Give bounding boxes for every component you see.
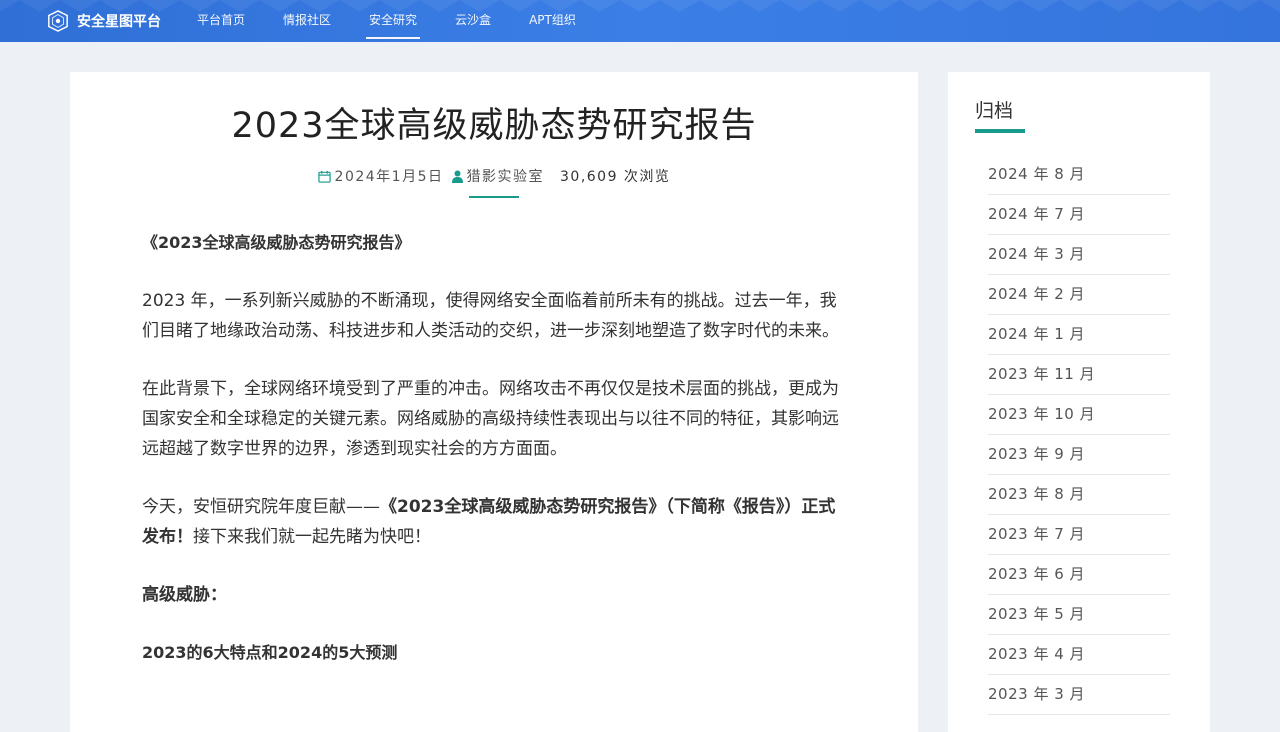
archive-item[interactable]: 2023 年 6 月 — [988, 555, 1170, 595]
calendar-icon — [317, 170, 331, 187]
archive-item[interactable]: 2024 年 7 月 — [988, 195, 1170, 235]
nav-home[interactable]: 平台首页 — [197, 0, 245, 42]
nav-cloud-sandbox[interactable]: 云沙盒 — [455, 0, 491, 42]
main-nav: 平台首页 情报社区 安全研究 云沙盒 APT组织 — [197, 0, 614, 42]
top-navbar: 安全星图平台 平台首页 情报社区 安全研究 云沙盒 APT组织 — [0, 0, 1280, 42]
archive-item[interactable]: 2023 年 10 月 — [988, 395, 1170, 435]
meta-underline — [469, 196, 519, 198]
archive-list: 2024 年 8 月 2024 年 7 月 2024 年 3 月 2024 年 … — [988, 155, 1170, 715]
shield-logo-icon — [48, 10, 68, 32]
article-card: 2023全球高级威胁态势研究报告 2024年1月5日 猎影实验室 30,609 次… — [70, 72, 918, 732]
archive-item[interactable]: 2023 年 8 月 — [988, 475, 1170, 515]
archive-sidebar: 归档 2024 年 8 月 2024 年 7 月 2024 年 3 月 2024… — [948, 72, 1210, 732]
article-meta: 2024年1月5日 猎影实验室 30,609 次浏览 — [70, 166, 918, 187]
nav-intel-community[interactable]: 情报社区 — [283, 0, 331, 42]
paragraph: 在此背景下，全球网络环境受到了严重的冲击。网络攻击不再仅仅是技术层面的挑战，更成… — [142, 379, 839, 459]
paragraph-prefix: 今天，安恒研究院年度巨献—— — [142, 497, 380, 517]
section-subheading: 2023的6大特点和2024的5大预测 — [142, 643, 398, 662]
archive-item[interactable]: 2023 年 5 月 — [988, 595, 1170, 635]
archive-item[interactable]: 2023 年 4 月 — [988, 635, 1170, 675]
archive-item[interactable]: 2023 年 11 月 — [988, 355, 1170, 395]
archive-item[interactable]: 2024 年 1 月 — [988, 315, 1170, 355]
report-heading: 《2023全球高级威胁态势研究报告》 — [142, 233, 411, 252]
article-author[interactable]: 猎影实验室 — [467, 169, 545, 185]
article-title: 2023全球高级威胁态势研究报告 — [231, 106, 757, 146]
paragraph: 2023 年，一系列新兴威胁的不断涌现，使得网络安全面临着前所未有的挑战。过去一… — [142, 291, 839, 341]
article-views: 30,609 次浏览 — [560, 169, 671, 185]
archive-title: 归档 — [975, 100, 1014, 122]
archive-item[interactable]: 2024 年 8 月 — [988, 155, 1170, 195]
archive-item[interactable]: 2023 年 9 月 — [988, 435, 1170, 475]
brand-link[interactable]: 安全星图平台 — [47, 9, 161, 33]
archive-title-underline — [975, 129, 1025, 133]
article-date[interactable]: 2024年1月5日 — [335, 169, 444, 185]
nav-apt-groups[interactable]: APT组织 — [529, 0, 576, 42]
article-body: 《2023全球高级威胁态势研究报告》 2023 年，一系列新兴威胁的不断涌现，使… — [142, 228, 848, 696]
archive-item[interactable]: 2024 年 2 月 — [988, 275, 1170, 315]
archive-item[interactable]: 2023 年 3 月 — [988, 675, 1170, 715]
paragraph-suffix: 接下来我们就一起先睹为快吧！ — [193, 527, 431, 547]
section-heading: 高级威胁： — [142, 585, 227, 605]
archive-item[interactable]: 2024 年 3 月 — [988, 235, 1170, 275]
brand-name: 安全星图平台 — [77, 14, 161, 30]
nav-security-research[interactable]: 安全研究 — [366, 0, 421, 42]
archive-item[interactable]: 2023 年 7 月 — [988, 515, 1170, 555]
paragraph: 今天，安恒研究院年度巨献——《2023全球高级威胁态势研究报告》（下简称《报告》… — [142, 492, 848, 552]
user-icon — [451, 170, 463, 187]
